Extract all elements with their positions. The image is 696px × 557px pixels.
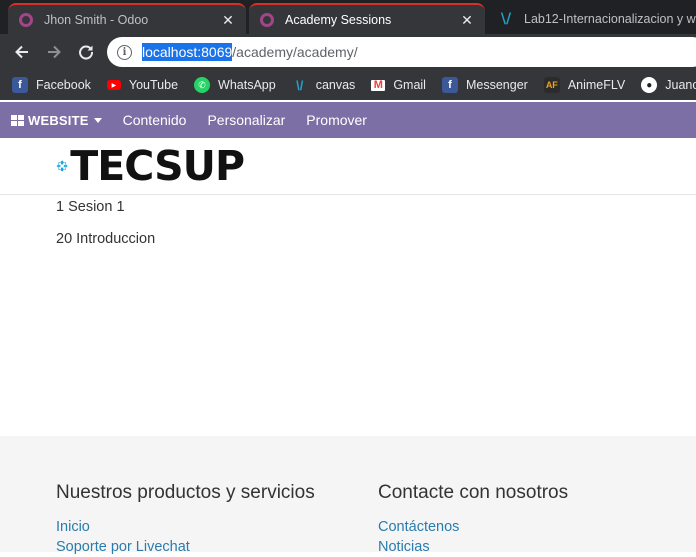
bookmark-label: Gmail [393,78,426,92]
tab-jhon-smith-odoo[interactable]: Jhon Smith - Odoo ✕ [8,3,246,34]
address-bar[interactable]: i localhost:8069/academy/academy/ [107,37,696,67]
site-header: TECSUP [0,138,696,195]
site-footer: Nuestros productos y servicios Inicio So… [0,436,696,555]
tecsup-logo-icon [56,160,68,172]
url-text[interactable]: localhost:8069/academy/academy/ [142,43,358,61]
bookmark-label: Messenger [465,78,528,92]
animeflv-icon: AF [543,77,560,93]
bookmark-animeflv[interactable]: AF AnimeFLV [543,77,626,93]
bookmark-juancarlo[interactable]: ● Juancarlo [641,77,696,93]
facebook-icon: f [12,77,28,93]
footer-link-livechat[interactable]: Soporte por Livechat [56,537,315,557]
close-icon[interactable]: ✕ [459,12,475,28]
website-label: WEBSITE [28,112,89,128]
tab-title: Jhon Smith - Odoo [44,12,149,27]
list-item: 1 Sesion 1 [56,199,125,215]
bookmark-facebook[interactable]: f Facebook [12,77,91,93]
bookmark-messenger[interactable]: f Messenger [441,77,528,93]
website-menu-button[interactable]: WEBSITE [11,113,102,128]
browser-toolbar: i localhost:8069/academy/academy/ [0,34,696,70]
footer-heading: Contacte con nosotros [378,482,569,503]
menu-promover[interactable]: Promover [306,112,367,128]
footer-products-column: Nuestros productos y servicios Inicio So… [56,482,315,557]
caret-down-icon [93,117,102,123]
footer-link-noticias[interactable]: Noticias [378,537,568,557]
footer-contact-column: Contacte con nosotros Contáctenos Notici… [378,482,568,557]
close-icon[interactable]: ✕ [220,12,236,28]
menu-personalizar[interactable]: Personalizar [207,112,285,128]
canvas-icon: \/ [500,10,512,27]
back-arrow-icon[interactable] [8,38,36,66]
reload-icon[interactable] [72,38,100,66]
bookmarks-bar: f Facebook ▶ YouTube ✆ WhatsApp \/ canva… [0,70,696,100]
forward-arrow-icon[interactable] [40,38,68,66]
bookmark-canvas[interactable]: \/ canvas [292,77,356,93]
sessions-list: 1 Sesion 1 20 Introduccion [56,195,656,259]
logo-wordmark: TECSUP [70,141,245,190]
bookmark-label: canvas [315,78,356,92]
url-path: /academy/academy/ [232,44,358,60]
gmail-icon: M [371,79,386,91]
bookmark-label: AnimeFLV [567,78,626,92]
odoo-editor-bar: WEBSITE Contenido Personalizar Promover [0,102,696,138]
menu-contenido[interactable]: Contenido [123,112,187,128]
odoo-icon [259,12,275,28]
browser-tab-strip: Jhon Smith - Odoo ✕ Academy Sessions ✕ \… [0,0,696,34]
list-item: 20 Introduccion [56,231,156,247]
canvas-icon: \/ [296,77,304,93]
tab-title: Lab12-Internacionalizacion y web [524,11,696,26]
footer-link-inicio[interactable]: Inicio [56,517,315,537]
info-icon[interactable]: i [117,44,132,60]
bookmark-label: Facebook [36,78,91,92]
tab-lab12[interactable]: \/ Lab12-Internacionalizacion y web [488,3,696,34]
bookmark-whatsapp[interactable]: ✆ WhatsApp [194,77,276,93]
apps-grid-icon [11,114,24,126]
whatsapp-icon: ✆ [194,77,211,93]
bookmark-label: Juancarlo [665,78,696,92]
facebook-icon: f [441,77,458,93]
bookmark-gmail[interactable]: M Gmail [371,78,426,92]
tab-title: Academy Sessions [285,12,392,27]
bookmark-label: WhatsApp [218,78,276,92]
footer-heading: Nuestros productos y servicios [56,482,315,503]
footer-link-contactenos[interactable]: Contáctenos [378,517,568,537]
url-host: localhost:8069 [142,43,233,61]
odoo-icon [18,12,34,28]
site-logo[interactable]: TECSUP [56,141,245,190]
bookmark-label: YouTube [128,78,179,92]
github-icon: ● [641,77,658,93]
youtube-icon: ▶ [106,80,121,90]
bookmark-youtube[interactable]: ▶ YouTube [106,78,179,92]
tab-academy-sessions[interactable]: Academy Sessions ✕ [249,3,485,34]
